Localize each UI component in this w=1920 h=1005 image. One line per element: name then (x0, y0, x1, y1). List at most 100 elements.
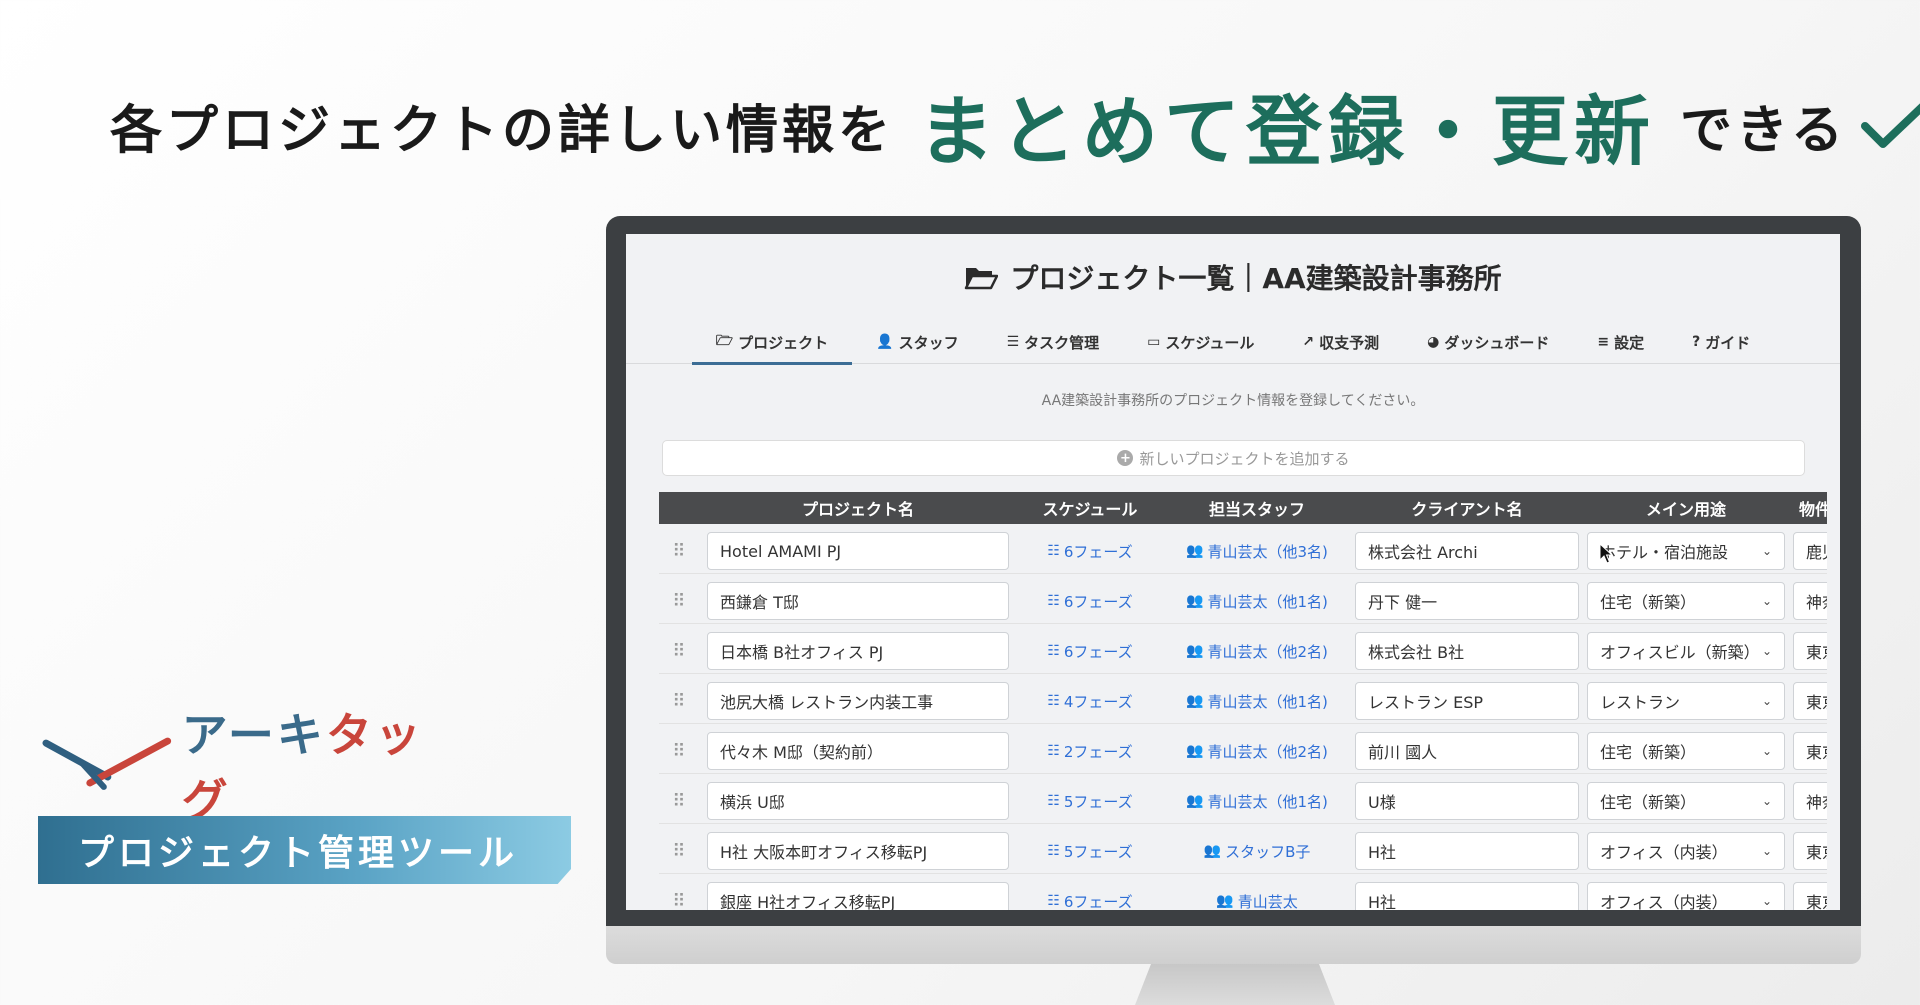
staff-link[interactable]: 👥 青山芸太（他2名) (1167, 732, 1347, 770)
project-name-input[interactable]: 西鎌倉 T邸 (707, 582, 1009, 620)
folder-icon: 🗁 (715, 333, 734, 349)
calendar-icon: ▭ (1147, 334, 1161, 350)
tab-label: ガイド (1705, 333, 1751, 352)
staff-text: 青山芸太（他1名) (1207, 692, 1328, 711)
main-use-select[interactable]: 住宅（新築） ⌄ (1587, 582, 1785, 620)
tab-label: 収支予測 (1319, 333, 1380, 352)
brand-name-part1: アーキ (181, 708, 326, 762)
schedule-text: 5フェーズ (1063, 842, 1133, 861)
drag-handle-icon[interactable]: ⠿ (659, 682, 699, 720)
staff-link[interactable]: 👥 青山芸太 (1167, 882, 1347, 911)
tab-1[interactable]: 👤 スタッフ (852, 320, 982, 364)
location-input[interactable]: 東京 (1793, 882, 1827, 910)
staff-link[interactable]: 👥 青山芸太（他1名) (1167, 582, 1347, 620)
project-table: プロジェクト名 スケジュール 担当スタッフ クライアント名 メイン用途 物件の … (659, 492, 1827, 910)
add-project-button[interactable]: + 新しいプロジェクトを追加する (662, 440, 1805, 476)
client-name-input[interactable]: H社 (1355, 832, 1579, 870)
users-icon: 👥 (1186, 743, 1204, 759)
chevron-down-icon: ⌄ (1761, 894, 1772, 908)
users-icon: 👥 (1186, 543, 1204, 559)
drag-handle-icon[interactable]: ⠿ (659, 732, 699, 770)
brand-tagline: プロジェクト管理ツール (38, 816, 571, 884)
location-input[interactable]: 東京 (1793, 682, 1827, 720)
staff-link[interactable]: 👥 青山芸太（他1名) (1167, 682, 1347, 720)
column-header-staff: 担当スタッフ (1208, 500, 1305, 519)
tab-label: スタッフ (898, 333, 959, 352)
list-ol-icon: ☷ (1047, 893, 1060, 909)
location-input[interactable]: 東京 (1793, 632, 1827, 670)
users-icon: 👥 (1216, 893, 1234, 909)
project-name-input[interactable]: 池尻大橋 レストラン内装工事 (707, 682, 1009, 720)
table-row: ⠿ 日本橋 B社オフィス PJ ☷ 6フェーズ 👥 青山芸太（他2名) 株式会社 B社 オフィ… (659, 626, 1827, 674)
schedule-link[interactable]: ☷ 5フェーズ (1017, 782, 1163, 820)
client-name-input[interactable]: 前川 國人 (1355, 732, 1579, 770)
main-use-select[interactable]: レストラン ⌄ (1587, 682, 1785, 720)
add-project-label: 新しいプロジェクトを追加する (1139, 449, 1350, 468)
main-use-select[interactable]: オフィスビル（新築） ⌄ (1587, 632, 1785, 670)
client-name-input[interactable]: 株式会社 Archi (1355, 532, 1579, 570)
project-name-input[interactable]: H社 大阪本町オフィス移転PJ (707, 832, 1009, 870)
drag-handle-icon[interactable]: ⠿ (659, 582, 699, 620)
main-use-select[interactable]: ホテル・宿泊施設 ⌄ (1587, 532, 1785, 570)
tab-label: ダッシュボード (1444, 333, 1550, 352)
schedule-text: 2フェーズ (1063, 742, 1133, 761)
page-title: プロジェクト一覧｜AA建築設計事務所 (626, 252, 1840, 302)
drag-handle-icon[interactable]: ⠿ (659, 632, 699, 670)
main-use-value: ホテル・宿泊施設 (1600, 543, 1729, 562)
location-input[interactable]: 鹿児 (1793, 532, 1827, 570)
schedule-link[interactable]: ☷ 6フェーズ (1017, 582, 1163, 620)
main-use-select[interactable]: 住宅（新築） ⌄ (1587, 732, 1785, 770)
schedule-link[interactable]: ☷ 5フェーズ (1017, 832, 1163, 870)
tab-7[interactable]: ? ガイド (1668, 320, 1774, 364)
staff-link[interactable]: 👥 青山芸太（他3名) (1167, 532, 1347, 570)
schedule-link[interactable]: ☷ 6フェーズ (1017, 632, 1163, 670)
main-use-select[interactable]: オフィス（内装） ⌄ (1587, 882, 1785, 910)
client-name-input[interactable]: U様 (1355, 782, 1579, 820)
drag-handle-icon[interactable]: ⠿ (659, 532, 699, 570)
column-header-use: メイン用途 (1645, 500, 1726, 519)
project-name-input[interactable]: 銀座 H社オフィス移転PJ (707, 882, 1009, 910)
client-name-input[interactable]: レストラン ESP (1355, 682, 1579, 720)
tab-6[interactable]: ≡ 設定 (1573, 320, 1668, 364)
drag-handle-icon[interactable]: ⠿ (659, 782, 699, 820)
table-row: ⠿西鎌倉 T邸☷6フェーズ👥青山芸太（他1名)丹下 健一住宅（新築）⌄神奈 (659, 576, 1827, 624)
staff-link[interactable]: 👥 青山芸太（他2名) (1167, 632, 1347, 670)
project-name-input[interactable]: 横浜 U邸 (707, 782, 1009, 820)
main-use-select[interactable]: オフィス（内装） ⌄ (1587, 832, 1785, 870)
list-ol-icon: ☷ (1047, 793, 1060, 809)
tab-5[interactable]: ◕ ダッシュボード (1403, 320, 1573, 364)
schedule-link[interactable]: ☷ 4フェーズ (1017, 682, 1163, 720)
schedule-link[interactable]: ☷ 6フェーズ (1017, 532, 1163, 570)
main-use-value: オフィス（内装） (1600, 843, 1728, 862)
users-icon: 👥 (1186, 693, 1204, 709)
project-name-input[interactable]: Hotel AMAMI PJ (707, 532, 1009, 570)
location-input[interactable]: 神奈 (1793, 782, 1827, 820)
tab-0[interactable]: 🗁 プロジェクト (691, 320, 853, 365)
staff-text: スタッフB子 (1225, 842, 1311, 861)
tab-3[interactable]: ▭ スケジュール (1123, 320, 1278, 364)
tab-4[interactable]: ↗ 収支予測 (1278, 320, 1403, 364)
client-name-input[interactable]: 株式会社 B社 (1355, 632, 1579, 670)
main-use-value: オフィスビル（新築） (1600, 643, 1760, 662)
location-input[interactable]: 神奈 (1793, 582, 1827, 620)
location-input[interactable]: 東京 (1793, 732, 1827, 770)
project-name-input[interactable]: 代々木 M邸（契約前） (707, 732, 1009, 770)
main-use-select[interactable]: 住宅（新築） ⌄ (1587, 782, 1785, 820)
project-name-input[interactable]: 日本橋 B社オフィス PJ (707, 632, 1009, 670)
table-header: プロジェクト名 スケジュール 担当スタッフ クライアント名 メイン用途 物件の (659, 492, 1827, 524)
users-icon: 👥 (1186, 643, 1204, 659)
main-use-value: 住宅（新築） (1600, 593, 1697, 612)
client-name-input[interactable]: H社 (1355, 882, 1579, 910)
client-name-input[interactable]: 丹下 健一 (1355, 582, 1579, 620)
staff-link[interactable]: 👥 スタッフB子 (1167, 832, 1347, 870)
staff-link[interactable]: 👥 青山芸太（他1名) (1167, 782, 1347, 820)
headline-part1: 各プロジェクトの詳しい情報を (110, 100, 895, 161)
drag-handle-icon[interactable]: ⠿ (659, 832, 699, 870)
tab-2[interactable]: ☰ タスク管理 (983, 320, 1124, 364)
schedule-text: 6フェーズ (1063, 542, 1133, 561)
schedule-link[interactable]: ☷ 2フェーズ (1017, 732, 1163, 770)
schedule-link[interactable]: ☷ 6フェーズ (1017, 882, 1163, 911)
location-input[interactable]: 東京 (1793, 832, 1827, 870)
drag-handle-icon[interactable]: ⠿ (659, 882, 699, 911)
main-use-value: 住宅（新築） (1600, 793, 1697, 812)
